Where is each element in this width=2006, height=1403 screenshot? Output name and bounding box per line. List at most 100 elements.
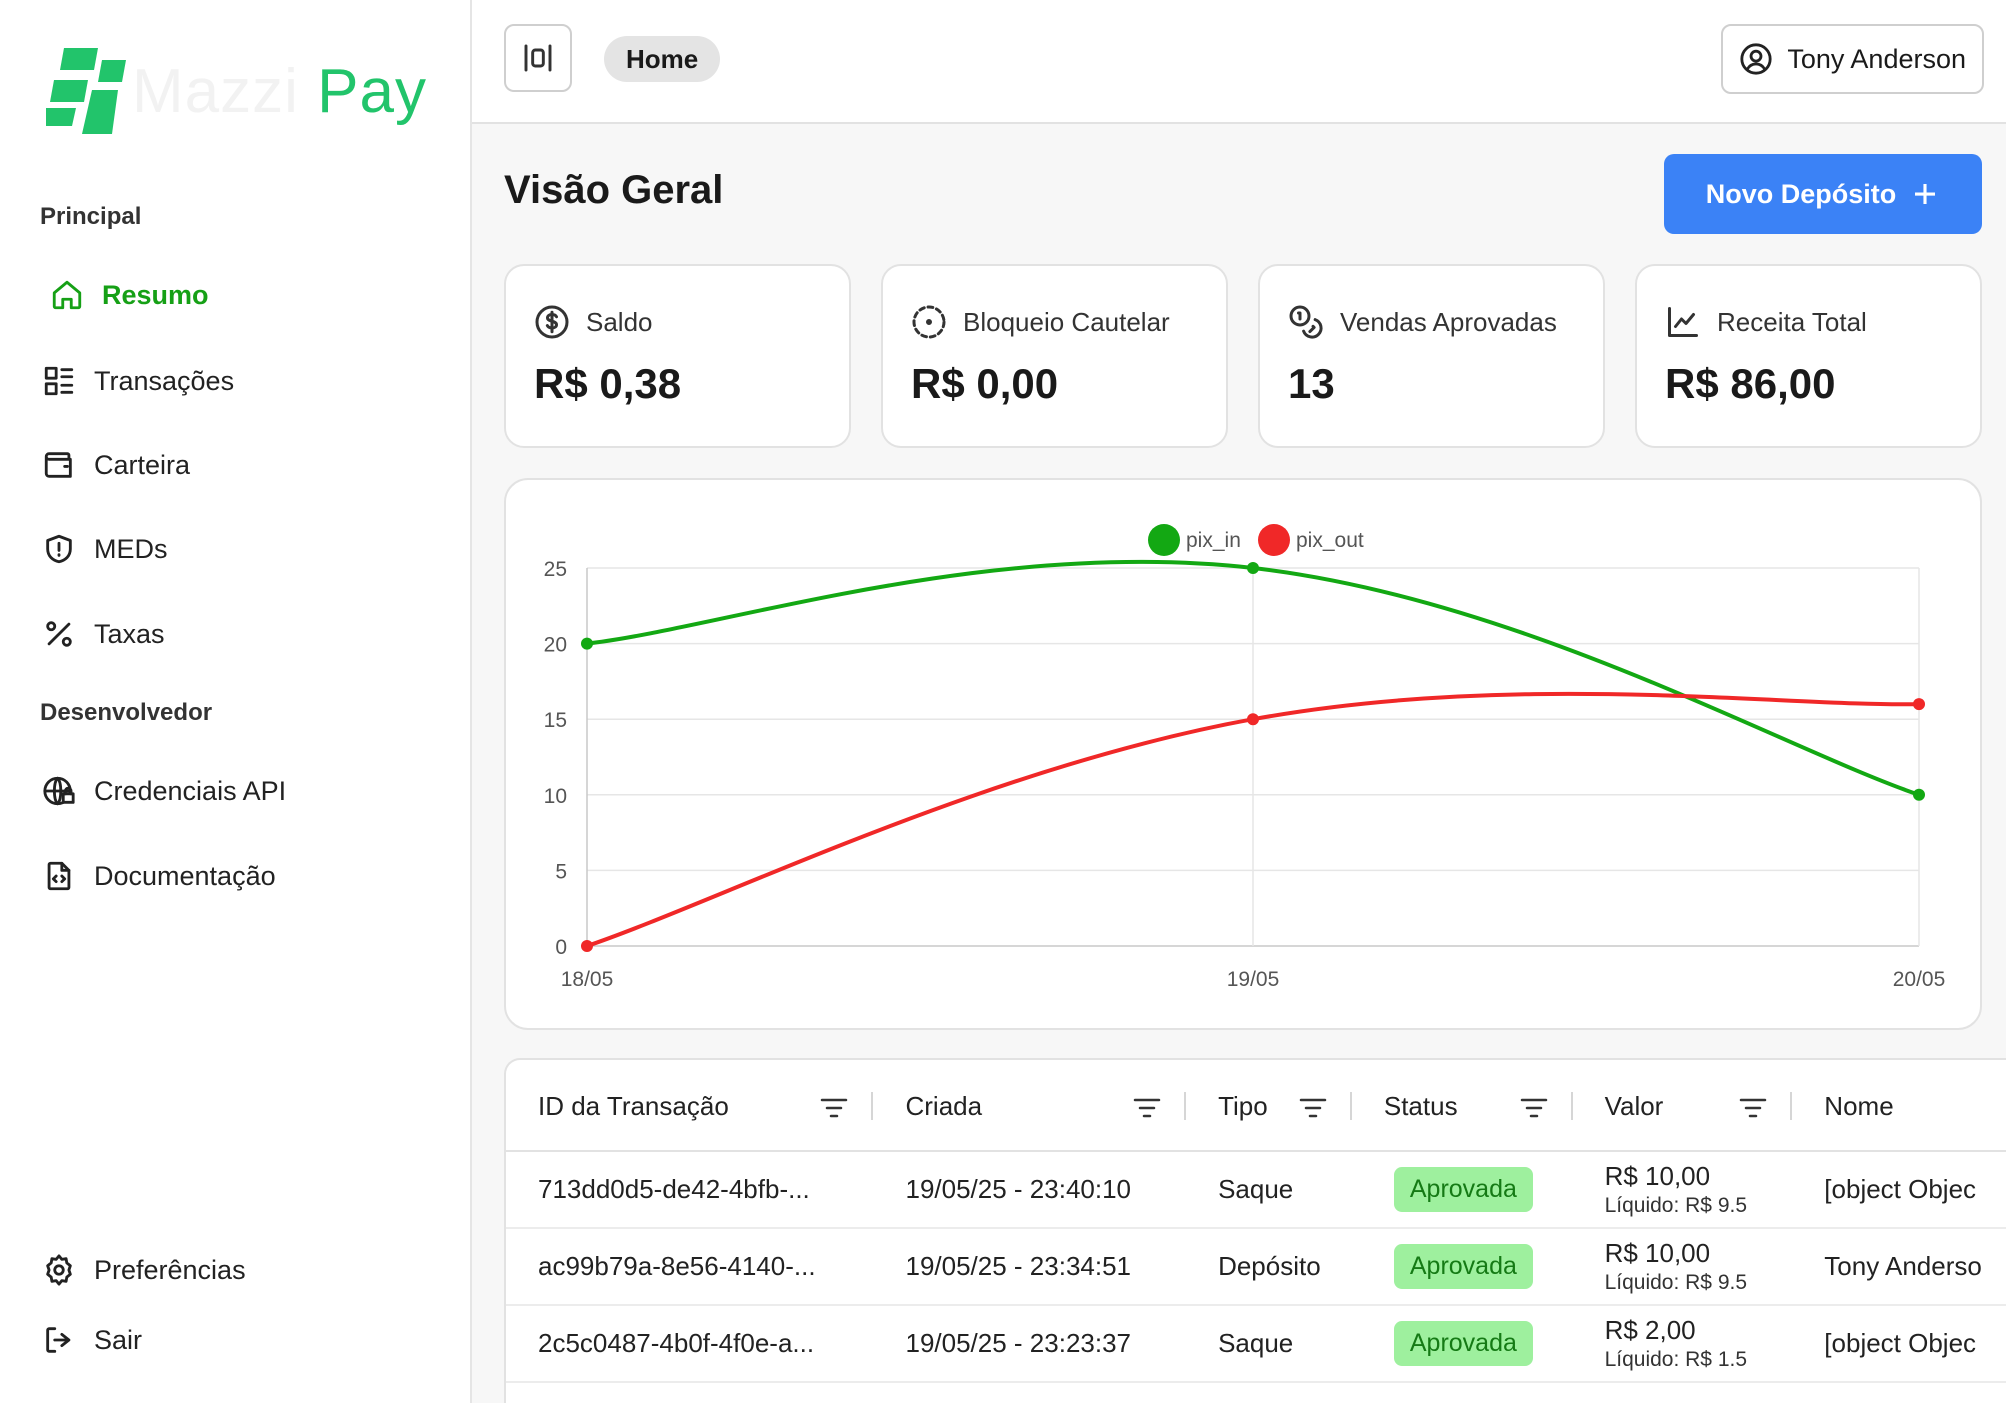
summary-cards: Saldo R$ 0,38 Bloqueio Cautelar R$ 0,00 …: [504, 264, 1982, 448]
cell-value: R$ 10,00 Líquido: R$ 9.5: [1573, 1152, 1793, 1227]
x-tick-label: 19/05: [1227, 968, 1280, 991]
card-value: 13: [1288, 360, 1335, 407]
data-point-pix_out: [1247, 713, 1259, 726]
card-receita-total: Receita Total R$ 86,00: [1635, 264, 1982, 448]
coins-icon: [1289, 305, 1323, 339]
filter-icon[interactable]: [1519, 1095, 1549, 1118]
sidebar-item-sair[interactable]: Sair: [40, 1315, 142, 1365]
sidebar-item-documentacao[interactable]: Documentação: [40, 851, 276, 901]
cell-status: Aprovada: [1352, 1152, 1573, 1227]
column-header-created[interactable]: Criada: [873, 1060, 1187, 1152]
plus-icon: [1915, 184, 1936, 204]
sidebar-item-label: Documentação: [94, 860, 276, 891]
cell-created: 19/05/25 - 23:34:51: [905, 1251, 1132, 1281]
card-bloqueio-cautelar: Bloqueio Cautelar R$ 0,00: [881, 264, 1228, 448]
data-point-pix_in: [581, 637, 593, 650]
cell-type: Depósito: [1218, 1251, 1321, 1281]
cell-name: [object Objec: [1824, 1174, 1977, 1204]
sidebar: Mazzi Pay Principal Resumo Transações Ca…: [0, 0, 472, 1403]
table-row[interactable]: ac99b79a-8e56-4140-... 19/05/25 - 23:34:…: [506, 1229, 2006, 1306]
card-label: Receita Total: [1717, 306, 1867, 337]
line-chart-icon: [1668, 307, 1698, 337]
sidebar-item-carteira[interactable]: Carteira: [40, 440, 190, 490]
value-net: Líquido: R$ 1.5: [1604, 1347, 1748, 1371]
transactions-table: ID da Transação Criada Tipo Status Valor…: [504, 1058, 2006, 1403]
legend-label-pix_out: pix_out: [1296, 529, 1364, 552]
pix-line-chart: 0 5 10 15 20 25 18/05 19/05 20/05 pix_in pix_out: [544, 524, 1946, 991]
globe-lock-icon: [40, 772, 78, 810]
cell-id: 2c5c0487-4b0f-4f0e-a...: [538, 1328, 815, 1358]
cell-created: 19/05/25 - 23:40:10: [905, 1174, 1132, 1204]
gear-icon: [40, 1251, 78, 1289]
user-menu-button[interactable]: Tony Anderson: [1721, 24, 1984, 94]
y-tick-label: 10: [544, 785, 567, 808]
value-gross: R$ 2,00: [1604, 1315, 1696, 1346]
status-badge: Aprovada: [1393, 1244, 1533, 1289]
filter-icon[interactable]: [1132, 1095, 1162, 1118]
y-tick-label: 20: [544, 634, 567, 657]
brand-name: Mazzi Pay: [132, 56, 427, 126]
sidebar-item-credenciais-api[interactable]: Credenciais API: [40, 766, 286, 816]
column-header-type[interactable]: Tipo: [1186, 1060, 1352, 1152]
legend-marker-pix_in: [1148, 524, 1180, 556]
dashed-circle-icon: [912, 305, 946, 339]
sidebar-item-label: Taxas: [94, 618, 165, 649]
sidebar-item-label: Sair: [94, 1324, 143, 1355]
column-header-value[interactable]: Valor: [1573, 1060, 1793, 1152]
wallet-icon: [40, 446, 78, 484]
card-label: Bloqueio Cautelar: [963, 306, 1170, 337]
table-row-partial[interactable]: [506, 1383, 2006, 1403]
card-vendas-aprovadas: Vendas Aprovadas 13: [1258, 264, 1605, 448]
data-point-pix_in: [1247, 562, 1259, 574]
cell-type: Saque: [1218, 1328, 1294, 1358]
sidebar-item-resumo[interactable]: Resumo: [48, 270, 209, 320]
cell-value: R$ 2,00 Líquido: R$ 1.5: [1573, 1306, 1793, 1381]
filter-icon[interactable]: [1738, 1095, 1768, 1118]
sidebar-item-meds[interactable]: MEDs: [40, 524, 168, 574]
data-point-pix_out: [581, 940, 593, 952]
section-label-desenvolvedor: Desenvolvedor: [40, 699, 213, 726]
legend-marker-pix_out: [1258, 524, 1290, 556]
legend-label-pix_in: pix_in: [1186, 529, 1241, 552]
value-net: Líquido: R$ 9.5: [1604, 1193, 1748, 1217]
card-value: R$ 0,00: [911, 360, 1059, 407]
cell-created: 19/05/25 - 23:23:37: [905, 1328, 1132, 1358]
logout-icon: [40, 1321, 78, 1359]
topbar: Home Tony Anderson: [472, 0, 2006, 124]
sidebar-toggle-button[interactable]: [504, 24, 572, 92]
dollar-circle-icon: [535, 305, 569, 339]
shield-icon: [40, 530, 78, 568]
sidebar-item-taxas[interactable]: Taxas: [40, 609, 165, 659]
x-tick-label: 18/05: [561, 968, 614, 991]
user-name: Tony Anderson: [1787, 43, 1966, 74]
user-circle-icon: [1740, 43, 1772, 75]
column-header-name[interactable]: Nome: [1792, 1060, 2006, 1152]
column-header-status[interactable]: Status: [1352, 1060, 1573, 1152]
panel-toggle-icon: [524, 44, 552, 72]
status-badge: Aprovada: [1393, 1167, 1533, 1212]
column-header-id[interactable]: ID da Transação: [506, 1060, 874, 1152]
cell-value: R$ 10,00 Líquido: R$ 9.5: [1573, 1229, 1793, 1304]
table-header: ID da Transação Criada Tipo Status Valor…: [506, 1060, 2006, 1152]
cell-name: [object Objec: [1824, 1328, 1977, 1358]
sidebar-item-preferencias[interactable]: Preferências: [40, 1245, 246, 1295]
brand-logo[interactable]: Mazzi Pay: [46, 48, 427, 134]
table-row[interactable]: 2c5c0487-4b0f-4f0e-a... 19/05/25 - 23:23…: [506, 1306, 2006, 1383]
pix-chart-card: 0 5 10 15 20 25 18/05 19/05 20/05 pix_in pix_out: [504, 478, 1982, 1030]
filter-icon[interactable]: [1298, 1095, 1328, 1118]
page-title: Visão Geral: [504, 168, 724, 212]
breadcrumb[interactable]: Home: [604, 36, 721, 82]
cell-type: Saque: [1218, 1174, 1294, 1204]
cell-id: 713dd0d5-de42-4bfb-...: [538, 1174, 810, 1204]
cell-status: Aprovada: [1352, 1306, 1573, 1381]
x-tick-label: 20/05: [1893, 968, 1946, 991]
value-gross: R$ 10,00: [1604, 1161, 1711, 1192]
data-point-pix_out: [1913, 698, 1925, 711]
table-row[interactable]: 713dd0d5-de42-4bfb-... 19/05/25 - 23:40:…: [506, 1152, 2006, 1229]
new-deposit-button[interactable]: Novo Depósito: [1664, 154, 1982, 234]
sidebar-item-label: Preferências: [94, 1254, 246, 1285]
filter-icon[interactable]: [819, 1095, 849, 1118]
sidebar-item-label: Transações: [94, 365, 235, 396]
value-net: Líquido: R$ 9.5: [1604, 1270, 1748, 1294]
sidebar-item-transacoes[interactable]: Transações: [40, 356, 234, 406]
